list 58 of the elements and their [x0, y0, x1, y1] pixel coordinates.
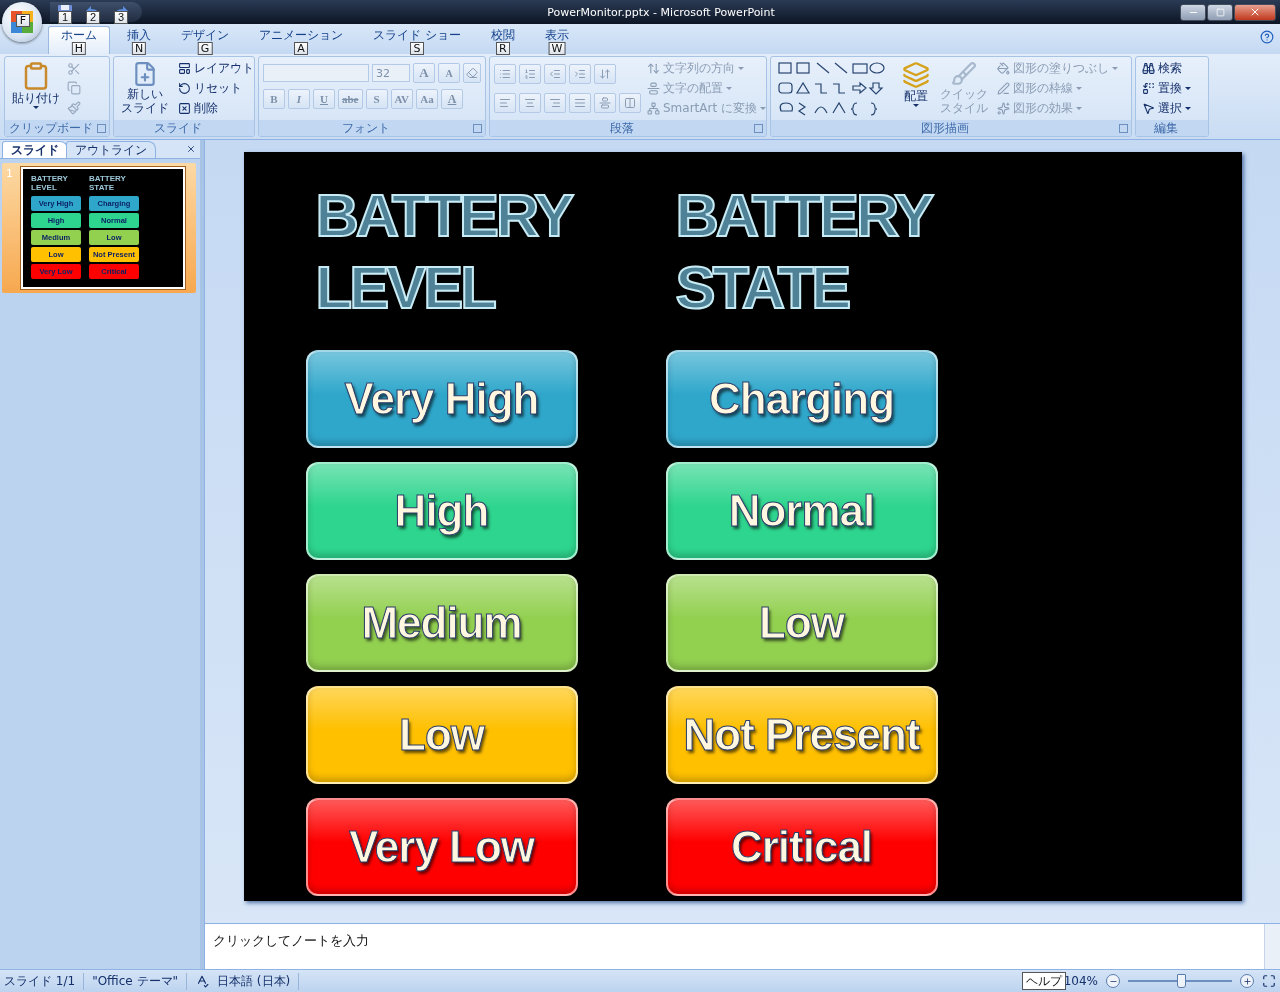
new-slide-button[interactable]: 新しい スライド	[118, 59, 172, 118]
thumbnail-title: BATTERY	[89, 174, 126, 183]
group-label: 図形描画	[921, 121, 969, 135]
office-button[interactable]: F	[2, 2, 42, 42]
language: 日本語 (日本)	[217, 972, 300, 990]
panel-tab[interactable]: アウトライン	[66, 141, 156, 158]
battery-status-label: Not Present	[665, 686, 938, 784]
window-title: PowerMonitor.pptx - Microsoft PowerPoint	[546, 5, 776, 19]
panel-tab[interactable]: スライド	[2, 141, 68, 158]
battery-status-label: High	[305, 462, 578, 560]
key-tip: N	[131, 42, 147, 55]
battery-status-label: Charging	[665, 350, 938, 448]
battery-status-label: Medium	[305, 574, 578, 672]
battery-status-label: Very High	[305, 350, 578, 448]
key-tip: R	[495, 42, 510, 55]
quick-access-button[interactable]: 3	[112, 3, 130, 21]
tooltip: ヘルプ	[1022, 972, 1066, 990]
group-label: 編集	[1154, 121, 1178, 135]
key-tip: A	[294, 42, 308, 55]
slide-number: 1	[6, 167, 13, 182]
quick-access-button[interactable]: 1	[56, 3, 74, 21]
group-label: 段落	[610, 121, 634, 135]
battery-status-label: Low	[305, 686, 578, 784]
key-tip: 1	[58, 11, 72, 24]
command-button[interactable]: 置換	[1140, 78, 1193, 99]
slide-title: BATTERY	[315, 181, 572, 251]
slide-title: LEVEL	[315, 253, 494, 323]
slide-title: STATE	[675, 253, 849, 323]
paste-button[interactable]: 貼り付け	[9, 59, 63, 118]
group-label: スライド	[154, 121, 202, 135]
zoom-level: 104%	[1063, 974, 1098, 988]
key-tip: S	[409, 42, 424, 55]
thumbnail-title: BATTERY	[31, 174, 68, 183]
group-label: フォント	[342, 121, 390, 135]
key-tip: W	[548, 42, 566, 55]
slide-title: BATTERY	[675, 181, 932, 251]
thumbnail-title: LEVEL	[31, 183, 57, 192]
slide-counter: スライド 1/1	[4, 972, 85, 990]
quick-access-button[interactable]: 2	[84, 3, 102, 21]
command-button[interactable]: リセット	[176, 78, 254, 99]
key-tip: 3	[114, 11, 128, 24]
command-button[interactable]: 削除	[176, 98, 254, 118]
theme-name: "Office テーマ"	[92, 972, 188, 990]
ribbon-tab[interactable]: ホーム H	[48, 26, 110, 54]
thumbnail-title: STATE	[89, 183, 115, 192]
command-button[interactable]: 検索	[1140, 59, 1193, 79]
notes-field[interactable]: クリックしてノートを入力	[205, 924, 1264, 969]
battery-status-label: Low	[665, 574, 938, 672]
key-tip: G	[197, 42, 213, 55]
battery-status-label: Normal	[665, 462, 938, 560]
group-label: クリップボード	[9, 121, 93, 135]
key-tip: H	[71, 42, 87, 55]
key-tip: F	[16, 14, 30, 27]
key-tip: 2	[86, 11, 100, 24]
battery-status-label: Critical	[665, 798, 938, 896]
command-button[interactable]: 選択	[1140, 98, 1193, 118]
arrange-button[interactable]: 配置	[899, 59, 933, 118]
battery-status-label: Very Low	[305, 798, 578, 896]
